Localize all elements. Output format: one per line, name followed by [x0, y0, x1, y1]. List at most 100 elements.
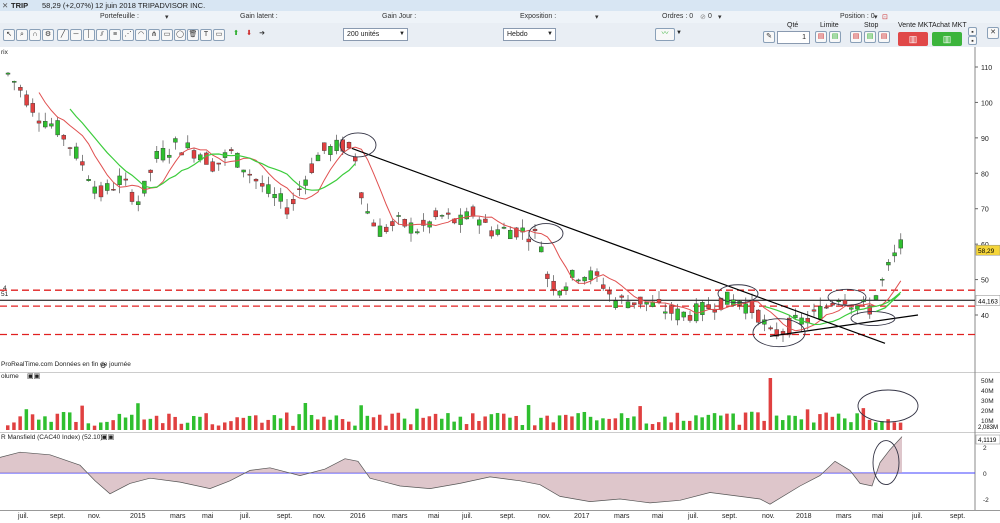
mansfield-controls[interactable]: ▣▣	[101, 433, 114, 441]
magnet-icon[interactable]: ∩	[29, 29, 41, 41]
volume-bar	[92, 425, 97, 430]
volume-bar	[774, 415, 779, 430]
zoom-icon[interactable]: ⌕	[16, 29, 28, 41]
settings-icon[interactable]: ⚙	[42, 29, 54, 41]
volume-bar	[210, 424, 215, 430]
arc-icon[interactable]: ◠	[135, 29, 147, 41]
fan-icon[interactable]: ⋰	[122, 29, 134, 41]
volume-bar	[836, 413, 841, 430]
volume-bar	[86, 423, 91, 430]
volume-bar	[812, 422, 816, 430]
ordres-icon[interactable]: ⊘	[700, 13, 706, 21]
candle-body	[477, 219, 482, 226]
limit-buy-button[interactable]: ▤	[815, 31, 827, 43]
vente-mkt-button[interactable]: ▥	[898, 32, 928, 46]
achat-mkt-button[interactable]: ▥	[932, 32, 962, 46]
chart-type-icon[interactable]: 〰	[655, 28, 675, 41]
label-icon[interactable]: ▭	[213, 29, 225, 41]
price-chart[interactable]: 11010090807060504058,2944,163	[0, 47, 1000, 372]
volume-bar	[607, 418, 611, 430]
candle-body	[433, 210, 438, 218]
volume-bar	[390, 413, 394, 430]
volume-bar	[743, 412, 748, 430]
expand-icon[interactable]: ▪	[968, 36, 977, 45]
candle-body	[309, 163, 314, 173]
volume-bar	[80, 405, 84, 430]
stop-sell-button[interactable]: ▤	[864, 31, 876, 43]
volume-bar	[539, 417, 543, 430]
candle-body	[669, 305, 674, 314]
stop-extra-button[interactable]: ▤	[878, 31, 890, 43]
candle-body	[855, 305, 860, 310]
exposition-dropdown-icon[interactable]: ▾	[595, 13, 599, 21]
volume-bar	[409, 424, 413, 430]
period-select[interactable]: Hebdo ▼	[503, 28, 556, 41]
candle-body	[700, 302, 705, 315]
channel-icon[interactable]: ⫽	[96, 29, 108, 41]
chevron-down-icon: ▼	[399, 31, 405, 37]
position-label: Position : 0	[840, 13, 875, 20]
volume-bar	[37, 419, 41, 430]
candle-body	[297, 188, 302, 190]
candle-body	[104, 183, 110, 191]
candle-body	[18, 87, 23, 91]
candle-body	[439, 215, 445, 217]
volume-bar	[173, 416, 177, 430]
x-axis-label: mai	[428, 513, 440, 520]
volume-controls[interactable]: ▣▣	[27, 372, 40, 380]
arrow-right-icon[interactable]: ➜	[257, 29, 267, 39]
arrow-up-icon[interactable]: ⬆	[231, 29, 241, 39]
limit-sell-button[interactable]: ▤	[829, 31, 841, 43]
ellipse-icon[interactable]: ◯	[174, 29, 186, 41]
candle-body	[712, 309, 717, 313]
rect-icon[interactable]: ▭	[161, 29, 173, 41]
options-icon[interactable]: ▪	[968, 27, 977, 36]
candle-body	[166, 154, 172, 158]
x-axis-label: nov.	[538, 513, 551, 520]
mansfield-chart[interactable]: 2 0 -2 4,1119	[0, 432, 1000, 510]
volume-label: olume	[1, 373, 19, 380]
alert-icon[interactable]: ⊡	[882, 13, 888, 21]
text-icon[interactable]: T	[200, 29, 212, 41]
panel-settings-icon[interactable]: ⚙	[100, 363, 106, 370]
candle-body	[86, 179, 91, 181]
volume-bar	[886, 419, 890, 430]
trash-icon[interactable]: 🗑	[187, 29, 199, 41]
candle-body	[123, 178, 129, 181]
portefeuille-dropdown-icon[interactable]: ▾	[165, 13, 169, 21]
qty-input[interactable]: 1	[777, 31, 810, 44]
ordres-dropdown-icon[interactable]: ▾	[718, 13, 722, 21]
candle-body	[396, 215, 401, 217]
close-icon[interactable]: ✕	[2, 1, 8, 10]
candle-body	[148, 169, 153, 173]
volume-chart[interactable]: 50M 40M 30M 20M 10M2,083M	[0, 372, 1000, 432]
candle-body	[551, 280, 556, 290]
volume-bar	[254, 415, 258, 430]
volume-bar	[452, 421, 456, 430]
chart-type-dropdown-icon[interactable]: ▼	[676, 30, 682, 36]
position-dropdown-icon[interactable]: ▾	[874, 13, 878, 21]
volume-bar	[328, 419, 332, 430]
v-line-icon[interactable]: │	[83, 29, 95, 41]
fib-icon[interactable]: ≡	[109, 29, 121, 41]
order-ticket-icon[interactable]: ✎	[763, 31, 775, 43]
volume-y-tick-label: 50M	[981, 378, 994, 385]
limite-label: Limite	[820, 22, 839, 29]
volume-bar	[396, 412, 401, 430]
volume-bar	[185, 422, 190, 430]
candle-body	[495, 229, 500, 235]
x-axis-label: sept.	[950, 513, 966, 520]
pitchfork-icon[interactable]: ⋔	[148, 29, 160, 41]
stop-buy-button[interactable]: ▤	[850, 31, 862, 43]
units-select[interactable]: 200 unités ▼	[343, 28, 408, 41]
volume-bar	[601, 418, 605, 430]
close-panel-icon[interactable]: ✕	[987, 27, 999, 39]
h-line-icon[interactable]: ─	[70, 29, 82, 41]
arrow-down-icon[interactable]: ⬇	[244, 29, 254, 39]
volume-bar	[272, 415, 277, 430]
candle-body	[836, 300, 841, 302]
panel-controls: ⚙	[100, 361, 106, 370]
line-tool-icon[interactable]: ╱	[57, 29, 69, 41]
cursor-icon[interactable]: ↖	[3, 29, 15, 41]
candle-body	[92, 186, 98, 194]
